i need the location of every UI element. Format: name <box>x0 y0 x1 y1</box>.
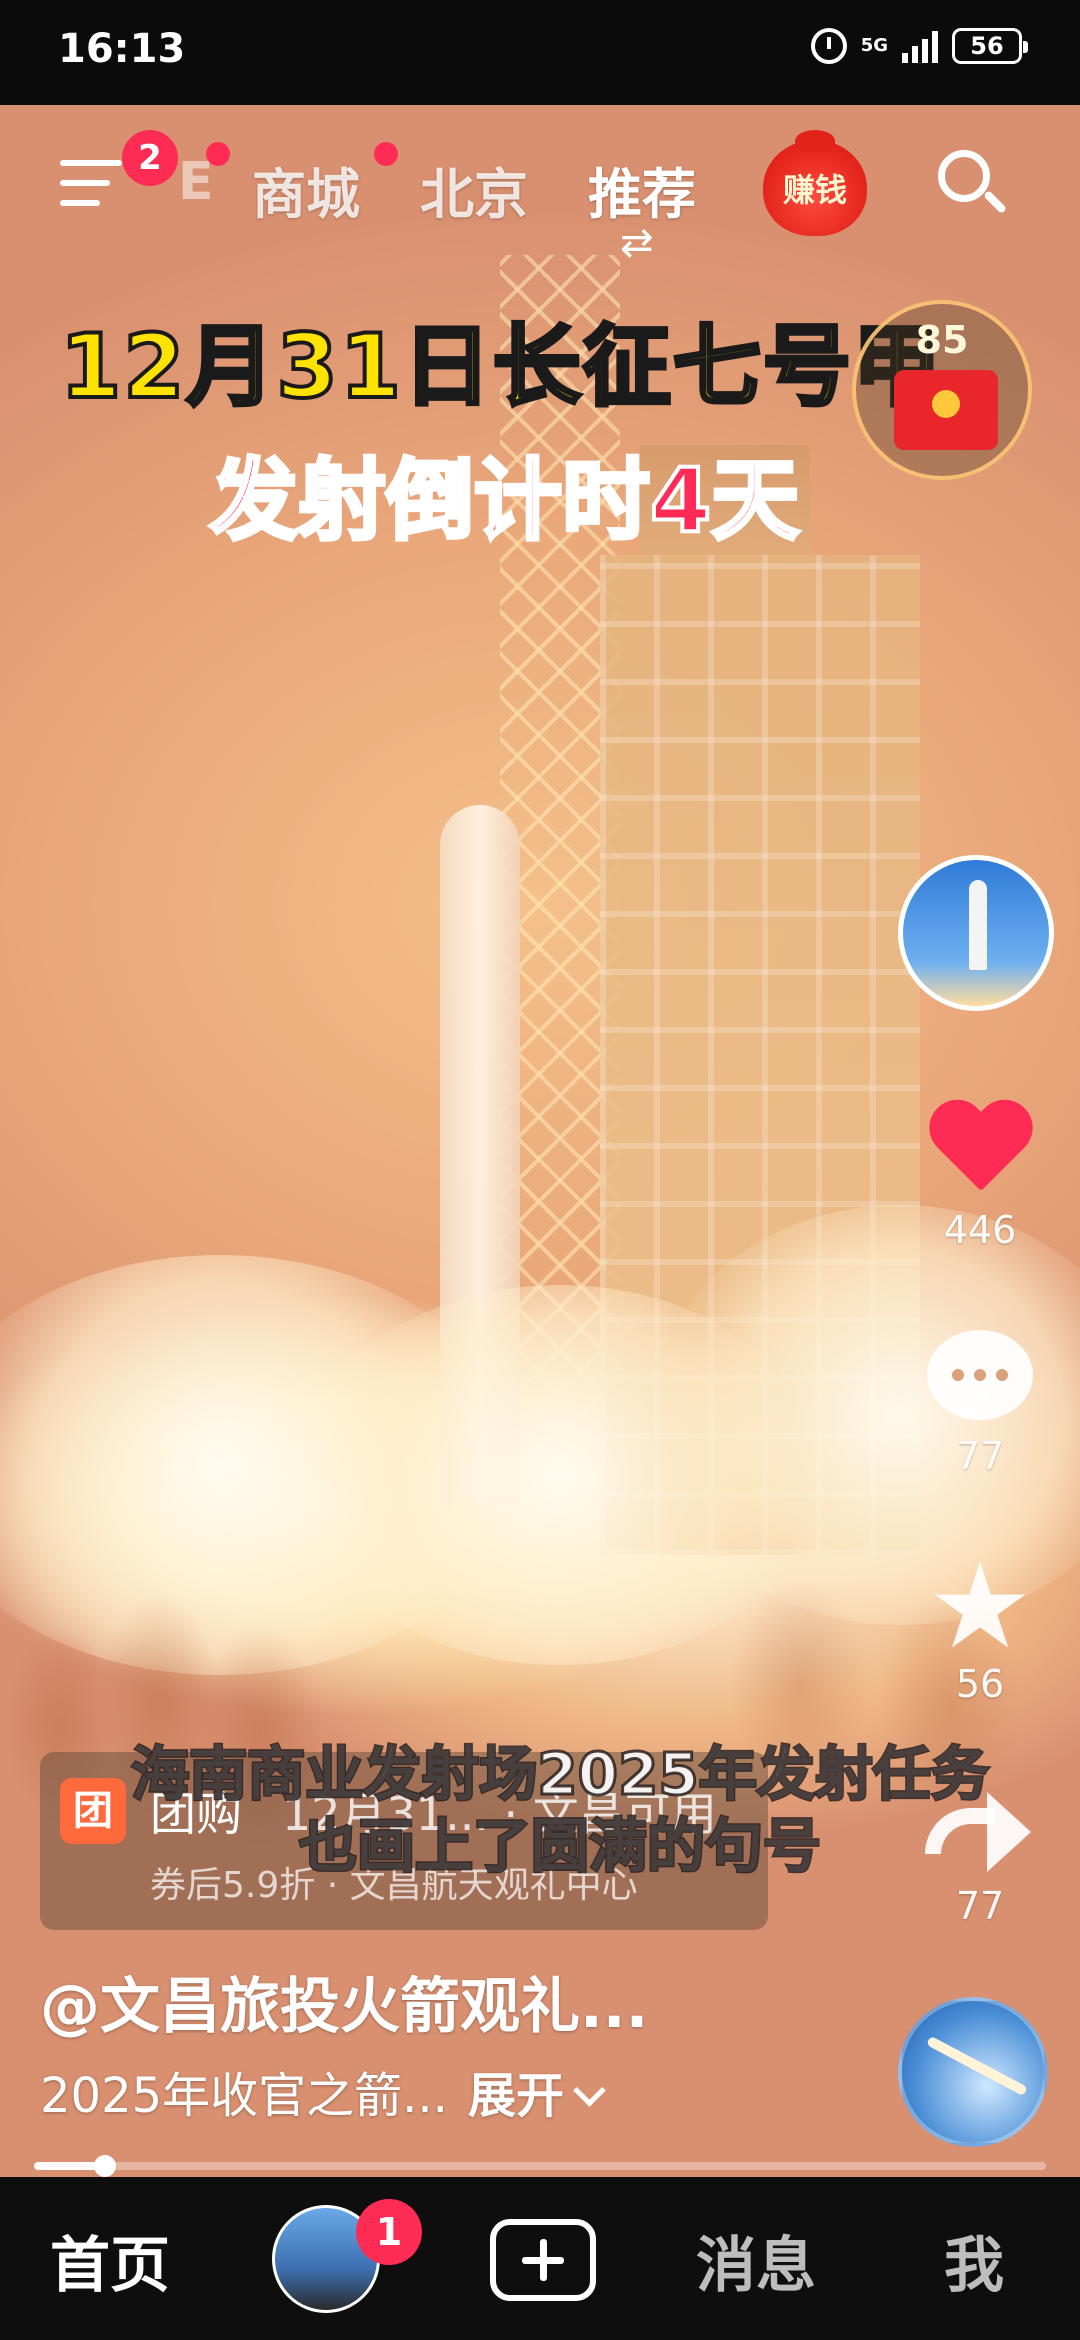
network-label: 5G <box>860 35 888 56</box>
menu-badge: 2 <box>122 130 178 186</box>
share-button[interactable]: 77 <box>920 1782 1040 1928</box>
video-progress-bar[interactable] <box>34 2155 1046 2177</box>
status-bar: 16:13 5G 56 <box>0 0 1080 105</box>
share-count: 77 <box>955 1884 1005 1928</box>
video-title-line2: 发射倒计时4天 <box>208 447 801 554</box>
chevron-down-icon <box>573 2074 606 2107</box>
video-subtitle-line1: 海南商业发射场2025年发射任务 <box>130 1739 990 1810</box>
alarm-icon <box>810 28 847 64</box>
earn-money-button[interactable]: 赚钱 <box>763 130 867 236</box>
switch-icon: ⇄ <box>620 220 654 266</box>
red-packet-count: 85 <box>915 318 969 362</box>
video-caption: 2025年收官之箭... 展开 <box>40 2056 606 2126</box>
bottom-nav: 首页 1 消息 我 <box>0 2177 1080 2340</box>
expand-button[interactable]: 展开 <box>467 2068 606 2124</box>
like-count: 446 <box>943 1208 1017 1252</box>
battery-icon: 56 <box>952 28 1028 64</box>
nav-messages[interactable]: 消息 <box>696 2217 816 2304</box>
friends-badge: 1 <box>356 2199 422 2265</box>
comment-button[interactable]: 77 <box>920 1330 1040 1478</box>
caption-text: 2025年收官之箭... <box>40 2068 448 2124</box>
video-title-line1: 12月31日长征七号甲 <box>58 313 943 420</box>
top-nav: 2 E 商城 北京 推荐 ⇄ 赚钱 <box>0 130 1080 266</box>
tab-faded[interactable]: E <box>178 152 214 212</box>
author-name[interactable]: @文昌旅投火箭观礼... <box>40 1958 648 2045</box>
nav-home[interactable]: 首页 <box>50 2217 170 2304</box>
comment-icon <box>927 1330 1033 1420</box>
status-time: 16:13 <box>58 26 186 72</box>
menu-icon[interactable] <box>60 152 122 214</box>
nav-me[interactable]: 我 <box>944 2217 1004 2304</box>
create-button[interactable] <box>490 2219 596 2301</box>
status-icons: 5G 56 <box>810 28 1028 64</box>
red-packet-icon <box>894 370 998 450</box>
video-subtitle: 海南商业发射场2025年发射任务 也画上了圆满的句号 <box>100 1738 1020 1882</box>
tab-recommend[interactable]: 推荐 <box>588 150 696 229</box>
expand-label: 展开 <box>467 2068 564 2124</box>
video-subtitle-line2: 也画上了圆满的句号 <box>297 1811 822 1882</box>
notification-dot <box>374 142 398 166</box>
progress-knob[interactable] <box>93 2155 116 2177</box>
tab-beijing[interactable]: 北京 <box>420 150 528 229</box>
like-button[interactable]: 446 <box>920 1102 1040 1252</box>
earn-label: 赚钱 <box>782 171 847 209</box>
star-icon: ★ <box>927 1537 1033 1675</box>
comment-count: 77 <box>955 1434 1005 1478</box>
search-icon[interactable] <box>938 150 1008 216</box>
music-disc[interactable] <box>898 1997 1048 2147</box>
red-packet-widget[interactable]: 85 <box>852 300 1032 480</box>
author-avatar[interactable] <box>898 855 1054 1011</box>
tab-mall[interactable]: 商城 <box>252 150 360 229</box>
share-icon <box>925 1782 1035 1878</box>
favorite-button[interactable]: ★ 56 <box>920 1537 1040 1706</box>
signal-icon <box>902 29 938 63</box>
heart-icon <box>926 1102 1034 1202</box>
battery-level: 56 <box>970 32 1004 60</box>
